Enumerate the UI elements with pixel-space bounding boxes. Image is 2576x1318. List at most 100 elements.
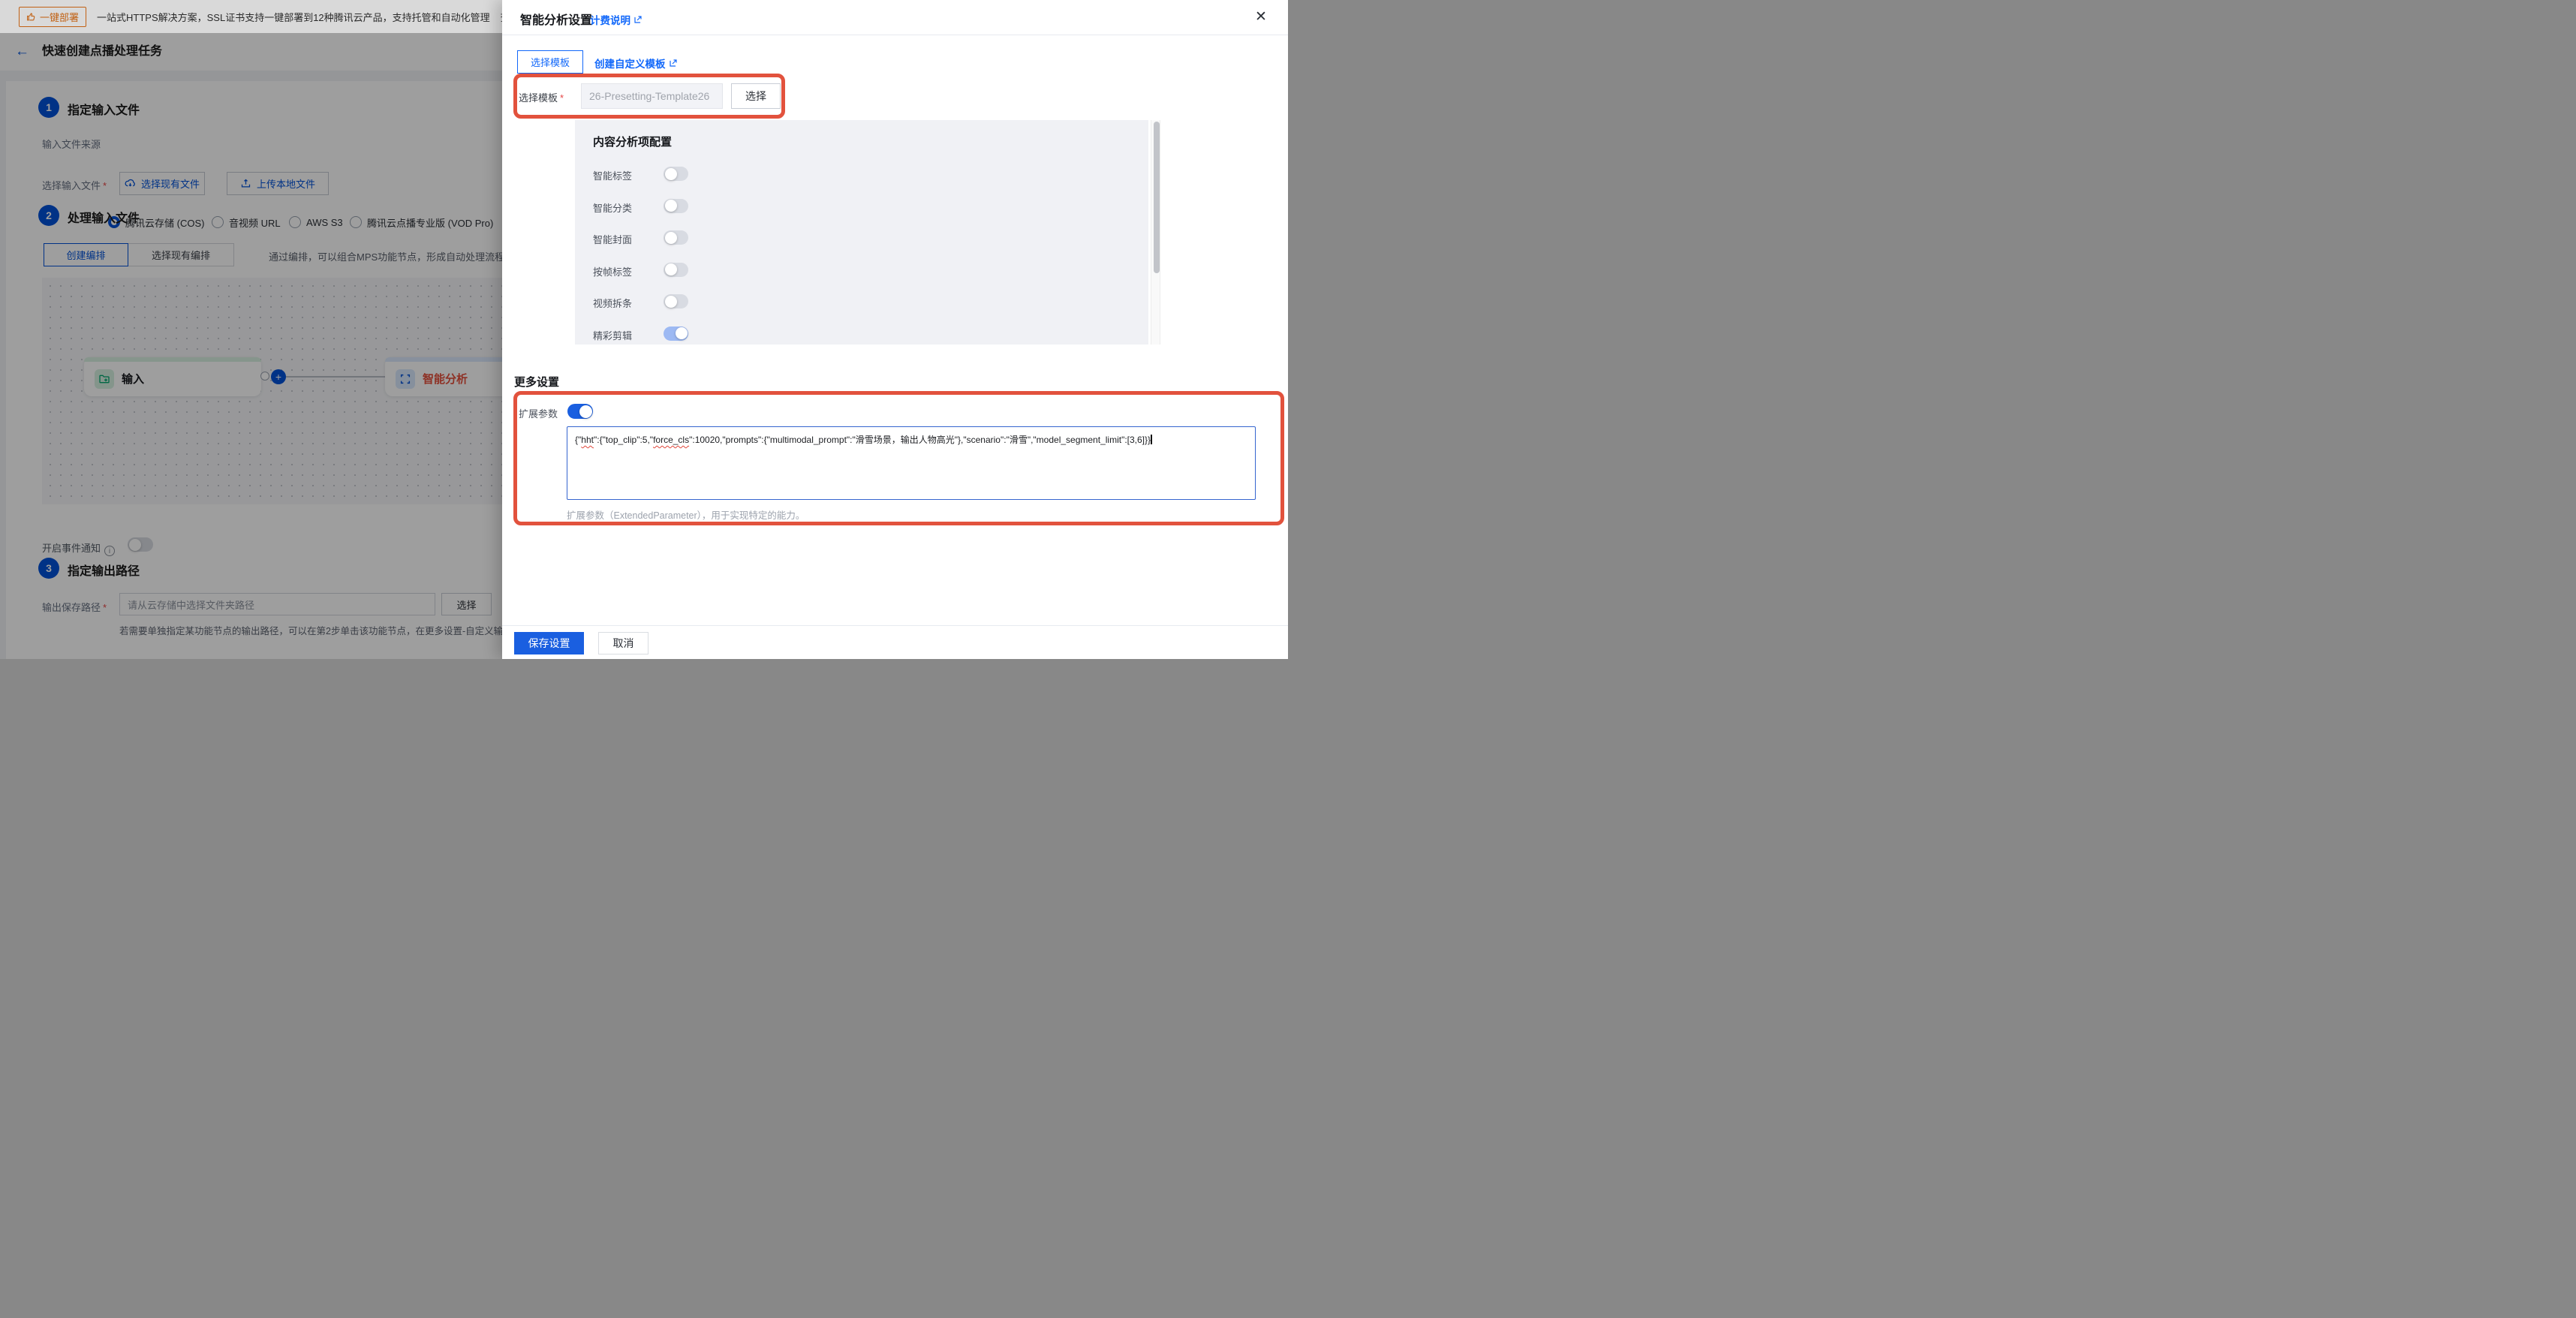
panel-header: 智能分析设置 计费说明 ✕ xyxy=(502,0,1288,35)
config-item-label: 视频拆条 xyxy=(593,296,632,310)
radio-label: AWS S3 xyxy=(306,217,343,228)
cancel-button[interactable]: 取消 xyxy=(598,632,649,654)
config-box-title: 内容分析项配置 xyxy=(593,134,672,149)
tab-existing-orchestration[interactable]: 选择现有编排 xyxy=(128,243,234,266)
extended-parameter-label: 扩展参数 xyxy=(519,406,558,420)
step3-number: 3 xyxy=(38,558,59,579)
json-token: ":{"top_clip":5," xyxy=(594,435,653,445)
node-output-port[interactable] xyxy=(260,372,269,381)
config-item-toggle[interactable] xyxy=(664,294,688,308)
required-star: * xyxy=(560,92,564,104)
node-input[interactable]: 输入 xyxy=(84,357,261,396)
step1-number: 1 xyxy=(38,97,59,118)
extended-parameter-textarea[interactable]: {"hht":{"top_clip":5,"force_cls":10020,"… xyxy=(567,426,1256,500)
cloud-download-icon xyxy=(125,178,136,189)
config-scrollbar-track[interactable] xyxy=(1151,120,1160,345)
promo-banner: 一键部署 一站式HTTPS解决方案，SSL证书支持一键部署到12种腾讯云产品，支… xyxy=(0,0,502,33)
more-settings-title: 更多设置 xyxy=(514,374,559,390)
event-notify-toggle[interactable] xyxy=(128,537,153,552)
panel-title: 智能分析设置 xyxy=(520,10,592,28)
radio-label: 腾讯云点播专业版 (VOD Pro) xyxy=(367,215,493,230)
radio-icon[interactable] xyxy=(289,216,301,228)
panel-footer: 保存设置 取消 xyxy=(502,625,1288,659)
tab-select-template[interactable]: 选择模板 xyxy=(517,50,583,74)
orchestration-desc: 通过编排，可以组合MPS功能节点，形成自动处理流程 xyxy=(269,249,502,263)
config-item-toggle[interactable] xyxy=(664,199,688,213)
json-token: ":10020,"prompts":{"multimodal_prompt":"… xyxy=(689,435,1151,445)
billing-doc-link[interactable]: 计费说明 xyxy=(590,12,642,27)
upload-icon xyxy=(240,178,251,189)
config-scrollbar-thumb[interactable] xyxy=(1154,122,1160,273)
input-source-option[interactable]: 音视频 URL xyxy=(212,215,281,230)
input-source-option[interactable]: AWS S3 xyxy=(289,215,343,230)
output-path-placeholder: 请从云存储中选择文件夹路径 xyxy=(128,597,254,612)
node-input-strip xyxy=(84,357,261,362)
page-header: ← 快速创建点播处理任务 xyxy=(0,33,502,71)
output-path-note: 若需要单独指定某功能节点的输出路径，可以在第2步单击该功能节点，在更多设置-自定… xyxy=(119,623,502,637)
node-analysis-label: 智能分析 xyxy=(423,371,468,387)
config-item-toggle[interactable] xyxy=(664,326,688,341)
upload-local-file-button[interactable]: 上传本地文件 xyxy=(227,172,329,195)
step3-title: 指定输出路径 xyxy=(68,561,140,579)
radio-label: 音视频 URL xyxy=(229,215,281,230)
close-icon[interactable]: ✕ xyxy=(1253,9,1269,26)
template-select-button[interactable]: 选择 xyxy=(731,83,781,109)
choose-existing-file-label: 选择现有文件 xyxy=(141,176,200,191)
required-star: * xyxy=(103,602,107,613)
config-item-label: 精彩剪辑 xyxy=(593,328,632,342)
add-node-button[interactable]: + xyxy=(271,369,286,384)
output-path-select-button[interactable]: 选择 xyxy=(441,593,492,615)
input-source-label: 输入文件来源 xyxy=(42,137,101,151)
external-link-icon xyxy=(633,15,642,24)
scan-frame-icon xyxy=(396,369,415,389)
promo-badge-label: 一键部署 xyxy=(40,10,79,24)
tab-create-custom-template[interactable]: 创建自定义模板 xyxy=(594,56,678,71)
promo-text: 一站式HTTPS解决方案，SSL证书支持一键部署到12种腾讯云产品，支持托管和自… xyxy=(97,10,490,24)
extended-parameter-help: 扩展参数（ExtendedParameter），用于实现特定的能力。 xyxy=(567,507,805,522)
choose-existing-file-button[interactable]: 选择现有文件 xyxy=(119,172,205,195)
content-analysis-config-box: 内容分析项配置 智能标签 智能分类 智能封面 按帧标签 视频拆条 精彩剪辑 xyxy=(575,120,1148,345)
required-star: * xyxy=(103,180,107,191)
orchestration-canvas[interactable]: 输入 + 智能分析 xyxy=(42,278,502,504)
upload-local-file-label: 上传本地文件 xyxy=(257,176,315,191)
config-item-label: 按帧标签 xyxy=(593,264,632,278)
select-input-file-label: 选择输入文件* xyxy=(42,178,107,192)
config-item-label: 智能标签 xyxy=(593,168,632,182)
back-arrow-icon[interactable]: ← xyxy=(15,43,29,61)
template-field-label: 选择模板* xyxy=(519,90,564,104)
step2-number: 2 xyxy=(38,205,59,226)
template-value-input[interactable]: 26-Presetting-Template26 xyxy=(581,83,723,109)
page-title: 快速创建点播处理任务 xyxy=(42,43,162,61)
task-form-card: 1 指定输入文件 输入文件来源 腾讯云存储 (COS) 音视频 URL AWS … xyxy=(6,81,502,659)
config-item-toggle[interactable] xyxy=(664,230,688,245)
folder-plus-icon xyxy=(95,369,114,389)
thumbs-up-icon xyxy=(26,12,36,22)
config-item-toggle[interactable] xyxy=(664,263,688,277)
save-settings-button[interactable]: 保存设置 xyxy=(514,632,584,654)
output-path-input[interactable]: 请从云存储中选择文件夹路径 xyxy=(119,593,435,615)
extended-parameter-toggle[interactable] xyxy=(567,404,593,419)
promo-badge: 一键部署 xyxy=(19,7,86,27)
tab-create-orchestration[interactable]: 创建编排 xyxy=(44,243,128,266)
template-value: 26-Presetting-Template26 xyxy=(589,90,709,102)
output-path-label: 输出保存路径* xyxy=(42,600,107,614)
info-icon[interactable]: i xyxy=(104,546,115,556)
event-notify-label: 开启事件通知i xyxy=(42,540,115,556)
text-cursor xyxy=(1151,435,1152,444)
radio-icon[interactable] xyxy=(350,216,362,228)
input-source-option[interactable]: 腾讯云点播专业版 (VOD Pro) xyxy=(350,215,493,230)
radio-icon[interactable] xyxy=(212,216,224,228)
screen: 一键部署 一站式HTTPS解决方案，SSL证书支持一键部署到12种腾讯云产品，支… xyxy=(0,0,1288,659)
intelligent-analysis-panel: 智能分析设置 计费说明 ✕ 选择模板 创建自定义模板 选择模板* 26-Pres… xyxy=(502,0,1288,659)
node-intelligent-analysis[interactable]: 智能分析 xyxy=(385,357,502,396)
external-link-icon xyxy=(669,59,678,68)
node-input-label: 输入 xyxy=(122,371,144,387)
node-analysis-strip xyxy=(385,357,502,362)
config-item-label: 智能封面 xyxy=(593,232,632,246)
config-item-toggle[interactable] xyxy=(664,167,688,181)
json-token-misspelled: force_cls xyxy=(653,435,689,445)
background-page: 一键部署 一站式HTTPS解决方案，SSL证书支持一键部署到12种腾讯云产品，支… xyxy=(0,0,502,659)
node-connector-line xyxy=(284,376,390,378)
config-item-label: 智能分类 xyxy=(593,200,632,215)
step1-title: 指定输入文件 xyxy=(68,100,140,118)
